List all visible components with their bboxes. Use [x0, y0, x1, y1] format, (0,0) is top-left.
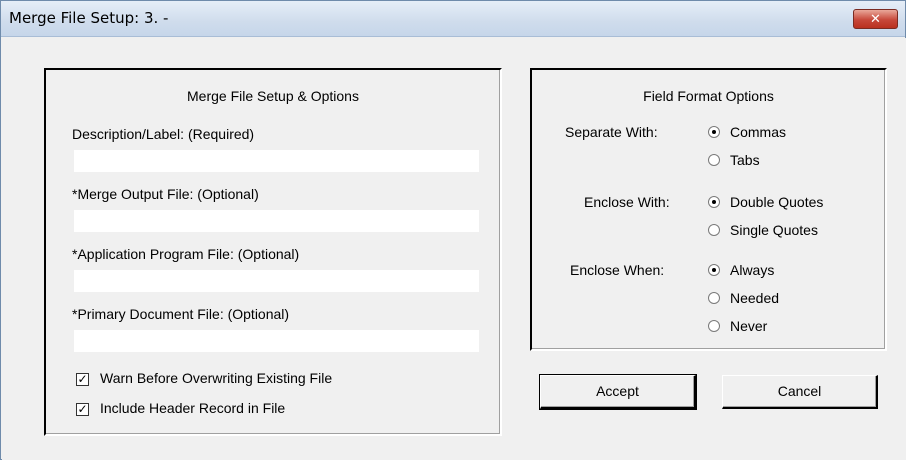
enclose-single-quotes-label[interactable]: Single Quotes — [730, 222, 818, 238]
separate-with-label: Separate With: — [565, 124, 658, 140]
close-icon: ✕ — [870, 11, 881, 26]
enclose-never-radio[interactable] — [708, 320, 720, 332]
program-file-input[interactable] — [74, 270, 479, 292]
enclose-when-label: Enclose When: — [570, 262, 665, 278]
primary-document-label: *Primary Document File: (Optional) — [72, 306, 290, 322]
merge-file-setup-dialog: Merge File Setup: 3. - ✕ Merge File Setu… — [0, 0, 906, 460]
dialog-body: Merge File Setup & Options Description/L… — [2, 38, 906, 460]
description-input[interactable] — [74, 150, 479, 172]
field-format-panel: Field Format Options Separate With: Comm… — [530, 68, 887, 351]
program-file-label: *Application Program File: (Optional) — [72, 246, 300, 262]
merge-setup-title: Merge File Setup & Options — [187, 88, 359, 104]
include-header-checkbox[interactable]: ✓ — [76, 403, 89, 416]
enclose-single-quotes-radio[interactable] — [708, 224, 720, 236]
description-label: Description/Label: (Required) — [72, 126, 255, 142]
separate-tabs-label[interactable]: Tabs — [730, 152, 760, 168]
title-bar[interactable]: Merge File Setup: 3. - ✕ — [1, 1, 905, 37]
cancel-button[interactable]: Cancel — [722, 375, 878, 409]
enclose-needed-label[interactable]: Needed — [730, 290, 779, 306]
window-title: Merge File Setup: 3. - — [9, 9, 169, 27]
close-button[interactable]: ✕ — [853, 9, 898, 29]
checkmark-icon: ✓ — [77, 372, 88, 386]
enclose-double-quotes-label[interactable]: Double Quotes — [730, 194, 823, 210]
warn-overwrite-checkbox[interactable]: ✓ — [76, 373, 89, 386]
primary-document-input[interactable] — [74, 330, 479, 352]
enclose-always-label[interactable]: Always — [730, 262, 774, 278]
enclose-never-label[interactable]: Never — [730, 318, 767, 334]
enclose-double-quotes-radio[interactable] — [708, 196, 720, 208]
warn-overwrite-label[interactable]: Warn Before Overwriting Existing File — [100, 370, 332, 386]
checkmark-icon: ✓ — [77, 402, 88, 416]
accept-button[interactable]: Accept — [539, 374, 697, 410]
separate-commas-radio[interactable] — [708, 126, 720, 138]
enclose-with-label: Enclose With: — [584, 194, 670, 210]
enclose-always-radio[interactable] — [708, 264, 720, 276]
field-format-title: Field Format Options — [643, 88, 774, 104]
separate-tabs-radio[interactable] — [708, 154, 720, 166]
merge-setup-panel: Merge File Setup & Options Description/L… — [44, 68, 502, 436]
output-file-input[interactable] — [74, 210, 479, 232]
output-file-label: *Merge Output File: (Optional) — [72, 186, 259, 202]
enclose-needed-radio[interactable] — [708, 292, 720, 304]
include-header-label[interactable]: Include Header Record in File — [100, 400, 285, 416]
separate-commas-label[interactable]: Commas — [730, 124, 786, 140]
